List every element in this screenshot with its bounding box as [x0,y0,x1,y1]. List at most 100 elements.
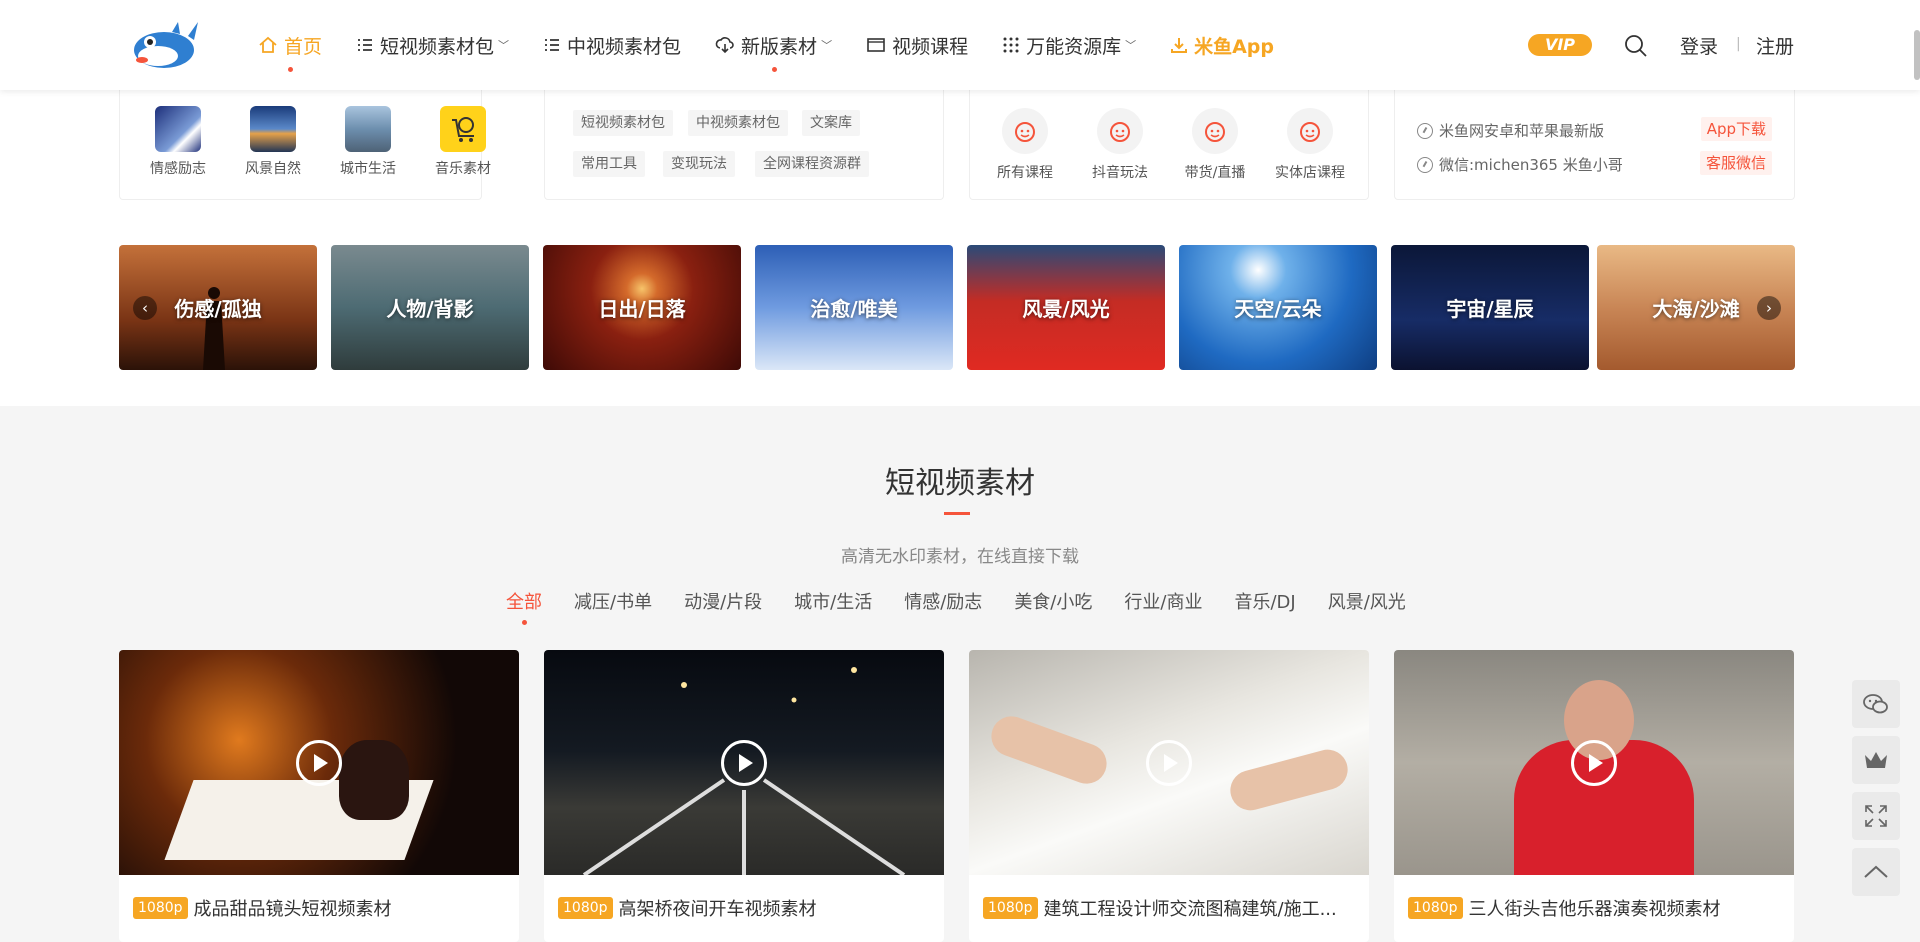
wechat-icon [1863,694,1888,714]
vip-crown-button[interactable] [1852,736,1900,784]
info-row-wechat: 微信:michen365 米鱼小哥 [1417,154,1623,175]
category-thumbnail [250,106,296,152]
separator: | [1736,36,1741,52]
video-thumbnail[interactable] [1394,650,1794,875]
nav-mid-video-packs[interactable]: 中视频素材包 [543,0,681,90]
course-item-livestream[interactable]: 带货/直播 [1173,108,1257,182]
filter-business[interactable]: 行业/商业 [1124,588,1202,628]
banner-sunrise-sunset[interactable]: 日出/日落 [543,245,741,370]
scrollbar-thumb[interactable] [1914,30,1920,80]
banner-label: 日出/日落 [598,297,686,321]
tag-course-groups[interactable]: 全网课程资源群 [755,151,869,177]
play-icon[interactable] [1571,740,1617,786]
tag-short-video-packs[interactable]: 短视频素材包 [573,110,673,136]
quick-access-panels: 情感励志 风景自然 城市生活 音乐素材 短视频素材包 中视频素材包 文案库 常用… [119,90,1795,200]
video-card[interactable]: 1080p 成品甜品镜头短视频素材 [119,650,519,942]
category-item-landscape[interactable]: 风景自然 [233,106,313,178]
nav-app-download[interactable]: 米鱼App [1170,0,1274,90]
banner-sky-clouds[interactable]: 天空/云朵 [1179,245,1377,370]
nav-short-video-packs[interactable]: 短视频素材包 ﹀ [356,0,509,90]
nav-video-courses[interactable]: 视频课程 [866,0,968,90]
filter-city-life[interactable]: 城市/生活 [794,588,872,628]
vip-badge[interactable]: VIP [1528,34,1592,56]
card-title[interactable]: 成品甜品镜头短视频素材 [194,895,392,921]
chevron-left-icon[interactable]: ‹ [133,296,157,320]
tag-common-tools[interactable]: 常用工具 [573,151,645,177]
dessert-shape [339,740,409,820]
course-label: 抖音玩法 [1092,165,1148,181]
grid-icon [1003,37,1019,53]
nav-home[interactable]: 首页 [258,0,322,90]
tag-monetization[interactable]: 变现玩法 [663,151,735,177]
banner-label: 治愈/唯美 [810,297,898,321]
category-thumbnail [345,106,391,152]
course-item-douyin[interactable]: 抖音玩法 [1078,108,1162,182]
video-thumbnail[interactable] [969,650,1369,875]
course-label: 实体店课程 [1275,165,1345,181]
search-icon[interactable] [1624,34,1648,62]
nav-resource-library[interactable]: 万能资源库 ﹀ [1002,0,1136,90]
card-meta: 1080p 成品甜品镜头短视频素材 [133,895,505,921]
banner-healing-beauty[interactable]: 治愈/唯美 [755,245,953,370]
nav-new-materials[interactable]: 新版素材 ﹀ [715,0,832,90]
category-item-emotion[interactable]: 情感励志 [138,106,218,178]
banner-label: 人物/背影 [386,297,474,321]
course-item-retail[interactable]: 实体店课程 [1268,108,1352,182]
section-title: 短视频素材 [885,466,1035,501]
tag-mid-video-packs[interactable]: 中视频素材包 [688,110,788,136]
filter-books[interactable]: 减压/书单 [574,588,652,628]
tags-panel: 短视频素材包 中视频素材包 文案库 常用工具 变现玩法 全网课程资源群 [544,90,944,200]
video-card[interactable]: 1080p 高架桥夜间开车视频素材 [544,650,944,942]
customer-service-button[interactable]: 客服微信 [1699,151,1772,175]
main-nav: 首页 短视频素材包 ﹀ 中视频素材包 新版素材 ﹀ 视频课程 万能资源库 ﹀ 米… [258,0,1308,90]
back-to-top-icon [1864,865,1888,878]
play-icon[interactable] [1146,740,1192,786]
register-link[interactable]: 注册 [1756,32,1794,59]
video-thumbnail[interactable] [119,650,519,875]
fullscreen-button[interactable] [1852,792,1900,840]
play-icon[interactable] [721,740,767,786]
app-download-button[interactable]: App下载 [1700,117,1772,141]
filter-emotion[interactable]: 情感/励志 [904,588,982,628]
category-item-music[interactable]: 音乐素材 [423,106,503,178]
site-header: 首页 短视频素材包 ﹀ 中视频素材包 新版素材 ﹀ 视频课程 万能资源库 ﹀ 米… [0,0,1920,90]
chevron-down-icon: ﹀ [498,39,510,52]
course-circle [1002,108,1048,154]
filter-music[interactable]: 音乐/DJ [1234,588,1295,628]
chevron-right-icon[interactable]: › [1757,296,1781,320]
filter-food[interactable]: 美食/小吃 [1014,588,1092,628]
filter-anime[interactable]: 动漫/片段 [684,588,762,628]
hand-shape [985,710,1113,790]
tag-copy-library[interactable]: 文案库 [802,110,860,136]
resolution-badge: 1080p [983,897,1038,919]
video-card-grid: 1080p 成品甜品镜头短视频素材 1080p 高架桥夜间开车视频素材 1080… [119,650,1795,942]
site-logo[interactable] [128,16,200,72]
card-title[interactable]: 高架桥夜间开车视频素材 [619,895,817,921]
banner-scenery[interactable]: 风景/风光 [967,245,1165,370]
login-link[interactable]: 登录 [1680,32,1718,59]
banner-universe-stars[interactable]: 宇宙/星辰 [1391,245,1589,370]
chevron-down-icon: ﹀ [1125,39,1137,52]
category-label: 音乐素材 [435,161,491,177]
card-title[interactable]: 建筑工程设计师交流图稿建筑/施工... [1044,895,1337,921]
banner-people-back[interactable]: 人物/背影 [331,245,529,370]
wechat-button[interactable] [1852,680,1900,728]
category-item-city[interactable]: 城市生活 [328,106,408,178]
card-title[interactable]: 三人街头吉他乐器演奏视频素材 [1469,895,1721,921]
video-card[interactable]: 1080p 建筑工程设计师交流图稿建筑/施工... [969,650,1369,942]
banner-label: 大海/沙滩 [1652,297,1740,321]
video-thumbnail[interactable] [544,650,944,875]
course-circle [1192,108,1238,154]
courses-panel: 所有课程 抖音玩法 带货/直播 实体店课程 [969,90,1369,200]
filter-all[interactable]: 全部 [506,588,542,628]
active-dot [288,67,293,72]
course-item-all[interactable]: 所有课程 [983,108,1067,182]
monitor-icon [867,38,885,52]
video-card[interactable]: 1080p 三人街头吉他乐器演奏视频素材 [1394,650,1794,942]
back-to-top-button[interactable] [1852,848,1900,896]
filter-scenery[interactable]: 风景/风光 [1328,588,1406,628]
resolution-badge: 1080p [133,897,188,919]
banner-label: 伤感/孤独 [174,297,262,321]
play-icon[interactable] [296,740,342,786]
hand-shape [1225,745,1353,815]
